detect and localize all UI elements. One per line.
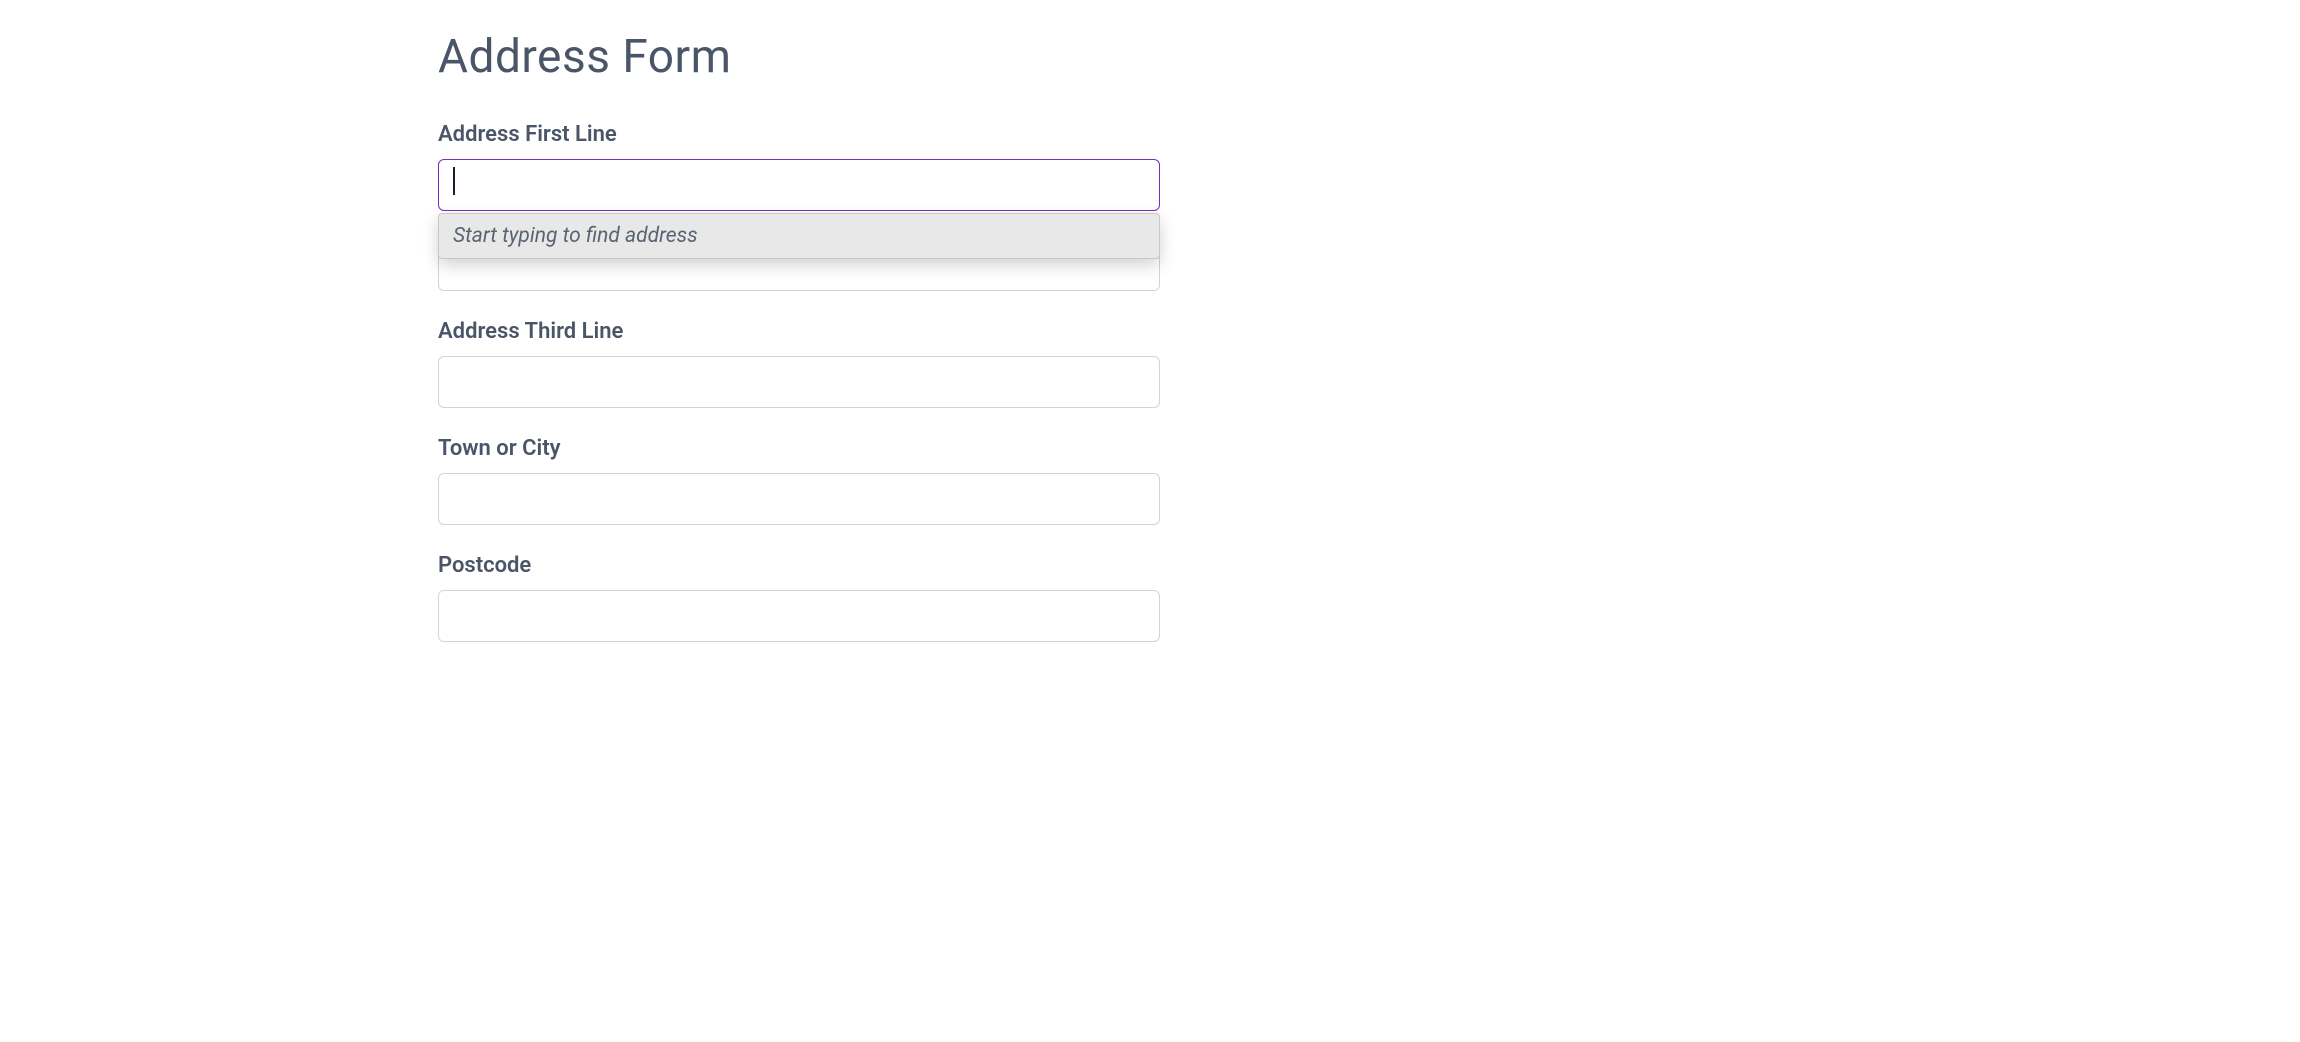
field-group-line1: Address First Line Start typing to find … bbox=[438, 122, 1160, 211]
autocomplete-hint: Start typing to find address bbox=[439, 214, 1159, 258]
address-line1-label: Address First Line bbox=[438, 122, 1160, 147]
field-group-postcode: Postcode bbox=[438, 553, 1160, 642]
postcode-label: Postcode bbox=[438, 553, 1160, 578]
text-cursor bbox=[453, 167, 455, 195]
form-title: Address Form bbox=[438, 30, 1160, 84]
postcode-input[interactable] bbox=[438, 590, 1160, 642]
address-line3-input[interactable] bbox=[438, 356, 1160, 408]
address-line3-label: Address Third Line bbox=[438, 319, 1160, 344]
address-form-container: Address Form Address First Line Start ty… bbox=[438, 0, 1160, 642]
town-input[interactable] bbox=[438, 473, 1160, 525]
field-group-line3: Address Third Line bbox=[438, 319, 1160, 408]
autocomplete-dropdown[interactable]: Start typing to find address bbox=[438, 213, 1160, 259]
field-group-town: Town or City bbox=[438, 436, 1160, 525]
address-line1-input[interactable] bbox=[438, 159, 1160, 211]
town-label: Town or City bbox=[438, 436, 1160, 461]
